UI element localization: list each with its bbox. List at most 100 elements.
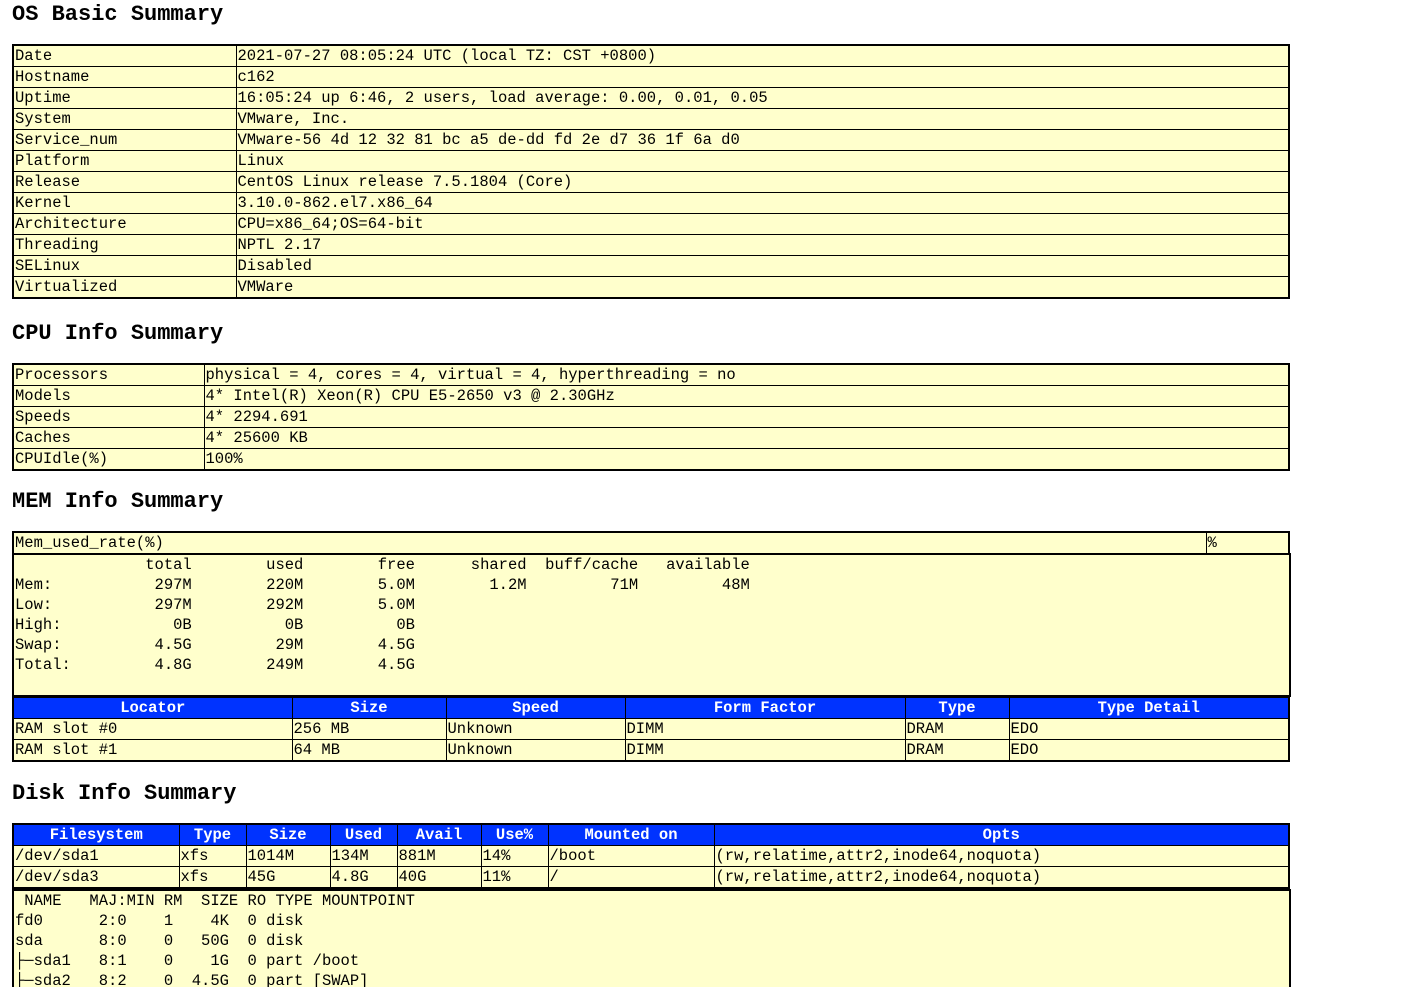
mem-slots-column-header: Type <box>904 696 1010 719</box>
os-row: Kernel 3.10.0-862.el7.x86_64 <box>12 192 1290 214</box>
os-row: Threading NPTL 2.17 <box>12 234 1290 256</box>
mem-slot-cell: RAM slot #0 <box>12 718 293 740</box>
disk-cell: 14% <box>480 845 549 867</box>
mem-slot-cell: DRAM <box>904 739 1010 762</box>
disk-cell: (rw,relatime,attr2,inode64,noquota) <box>713 845 1290 867</box>
mem-slots-header-row: Locator Size Speed Form Factor Type Type Deta… <box>12 696 1290 719</box>
os-row: Virtualized VMWare <box>12 276 1290 299</box>
os-summary-table: Date 2021-07-27 08:05:24 UTC (local TZ: C… <box>12 44 1290 299</box>
os-value: Disabled <box>235 255 1290 277</box>
cpu-key: Speeds <box>12 406 205 428</box>
os-key: Uptime <box>12 87 237 109</box>
os-value: CPU=x86_64;OS=64-bit <box>235 213 1290 235</box>
mem-slots-table: Locator Size Speed Form Factor Type Type Deta… <box>12 696 1290 762</box>
cpu-value: 4* 25600 KB <box>203 427 1290 449</box>
os-row: Service_num VMware-56 4d 12 32 81 bc a5 d… <box>12 129 1290 151</box>
mem-slot-cell: DIMM <box>624 739 906 762</box>
os-row: Platform Linux <box>12 150 1290 172</box>
mem-slots-column-header: Speed <box>445 696 626 719</box>
mem-slot-cell: EDO <box>1008 718 1290 740</box>
mem-slot-row: RAM slot #0 256 MB Unknown DIMM DRAM EDO <box>12 718 1290 740</box>
disk-row: /dev/sda1 xfs 1014M 134M 881M 14%/boot (rw,rel… <box>12 845 1290 867</box>
disk-column-header: Mounted on <box>547 823 715 846</box>
os-key: Service_num <box>12 129 237 151</box>
cpu-value: 4* 2294.691 <box>203 406 1290 428</box>
mem-used-rate-table: Mem_used_rate(%) % <box>12 531 1290 555</box>
disk-table: Filesystem Type Size Used Avail Use% Mounted o… <box>12 823 1290 889</box>
os-key: Architecture <box>12 213 237 235</box>
mem-slot-cell: RAM slot #1 <box>12 739 293 762</box>
mem-free-output: total used free shared buff/cache availa… <box>12 553 1291 697</box>
os-value: 16:05:24 up 6:46, 2 users, load average:… <box>235 87 1290 109</box>
disk-cell: 45G <box>245 866 331 889</box>
os-row: Date 2021-07-27 08:05:24 UTC (local TZ: C… <box>12 44 1290 67</box>
os-row: SELinux Disabled <box>12 255 1290 277</box>
os-key: Kernel <box>12 192 237 214</box>
os-value: VMware, Inc. <box>235 108 1290 130</box>
os-row: Uptime 16:05:24 up 6:46, 2 users, load av… <box>12 87 1290 109</box>
os-key: Hostname <box>12 66 237 88</box>
os-row: Architecture CPU=x86_64;OS=64-bit <box>12 213 1290 235</box>
disk-cell: xfs <box>178 866 247 889</box>
cpu-value: physical = 4, cores = 4, virtual = 4, hy… <box>203 363 1290 386</box>
disk-section-title: Disk Info Summary <box>12 781 237 806</box>
mem-used-rate-value: % <box>1205 531 1290 555</box>
disk-cell: (rw,relatime,attr2,inode64,noquota) <box>713 866 1290 889</box>
mem-slot-cell: 256 MB <box>291 718 447 740</box>
os-row: System VMware, Inc. <box>12 108 1290 130</box>
mem-slot-row: RAM slot #1 64 MB Unknown DIMM DRAM EDO <box>12 739 1290 762</box>
cpu-row: CPUIdle(%) 100% <box>12 448 1290 471</box>
mem-slot-cell: Unknown <box>445 739 626 762</box>
mem-slot-cell: DIMM <box>624 718 906 740</box>
mem-slot-cell: DRAM <box>904 718 1010 740</box>
disk-row: /dev/sda3 xfs 45G 4.8G 40G 11% / (rw,relatime,a… <box>12 866 1290 889</box>
os-row: Hostname c162 <box>12 66 1290 88</box>
cpu-section-title: CPU Info Summary <box>12 321 224 346</box>
os-value: c162 <box>235 66 1290 88</box>
cpu-row: Speeds 4* 2294.691 <box>12 406 1290 428</box>
mem-slot-cell: EDO <box>1008 739 1290 762</box>
lsblk-output: NAME MAJ:MIN RM SIZE RO TYPE MOUNTPOINT … <box>12 889 1291 987</box>
disk-cell: / <box>547 866 715 889</box>
cpu-key: Caches <box>12 427 205 449</box>
os-value: CentOS Linux release 7.5.1804 (Core) <box>235 171 1290 193</box>
disk-column-header: Used <box>329 823 398 846</box>
mem-slots-column-header: Locator <box>12 696 293 719</box>
disk-cell: /dev/sda1 <box>12 845 180 867</box>
disk-cell: 40G <box>396 866 482 889</box>
os-key: SELinux <box>12 255 237 277</box>
disk-cell: /dev/sda3 <box>12 866 180 889</box>
disk-cell: 11% <box>480 866 549 889</box>
disk-cell: xfs <box>178 845 247 867</box>
os-key: Date <box>12 44 237 67</box>
mem-used-rate-label: Mem_used_rate(%) <box>12 531 1207 555</box>
cpu-summary-table: Processors physical = 4, cores = 4, virtu… <box>12 363 1290 471</box>
os-value: VMWare <box>235 276 1290 299</box>
disk-column-header: Opts <box>713 823 1290 846</box>
mem-slots-column-header: Form Factor <box>624 696 906 719</box>
cpu-value: 100% <box>203 448 1290 471</box>
os-row: Release CentOS Linux release 7.5.1804 (Co… <box>12 171 1290 193</box>
disk-column-header: Type <box>178 823 247 846</box>
cpu-row: Caches 4* 25600 KB <box>12 427 1290 449</box>
os-value: Linux <box>235 150 1290 172</box>
disk-cell: 1014M <box>245 845 331 867</box>
os-key: Platform <box>12 150 237 172</box>
os-value: 2021-07-27 08:05:24 UTC (local TZ: CST +… <box>235 44 1290 67</box>
cpu-key: Models <box>12 385 205 407</box>
mem-slot-cell: Unknown <box>445 718 626 740</box>
cpu-value: 4* Intel(R) Xeon(R) CPU E5-2650 v3 @ 2.3… <box>203 385 1290 407</box>
cpu-key: CPUIdle(%) <box>12 448 205 471</box>
mem-slot-cell: 64 MB <box>291 739 447 762</box>
disk-cell: 4.8G <box>329 866 398 889</box>
os-value: VMware-56 4d 12 32 81 bc a5 de-dd fd 2e … <box>235 129 1290 151</box>
disk-column-header: Size <box>245 823 331 846</box>
disk-column-header: Avail <box>396 823 482 846</box>
cpu-key: Processors <box>12 363 205 386</box>
os-section-title: OS Basic Summary <box>12 2 224 27</box>
os-value: NPTL 2.17 <box>235 234 1290 256</box>
disk-column-header: Use% <box>480 823 549 846</box>
os-key: System <box>12 108 237 130</box>
os-key: Virtualized <box>12 276 237 299</box>
disk-header-row: Filesystem Type Size Used Avail Use% Mounted o… <box>12 823 1290 846</box>
